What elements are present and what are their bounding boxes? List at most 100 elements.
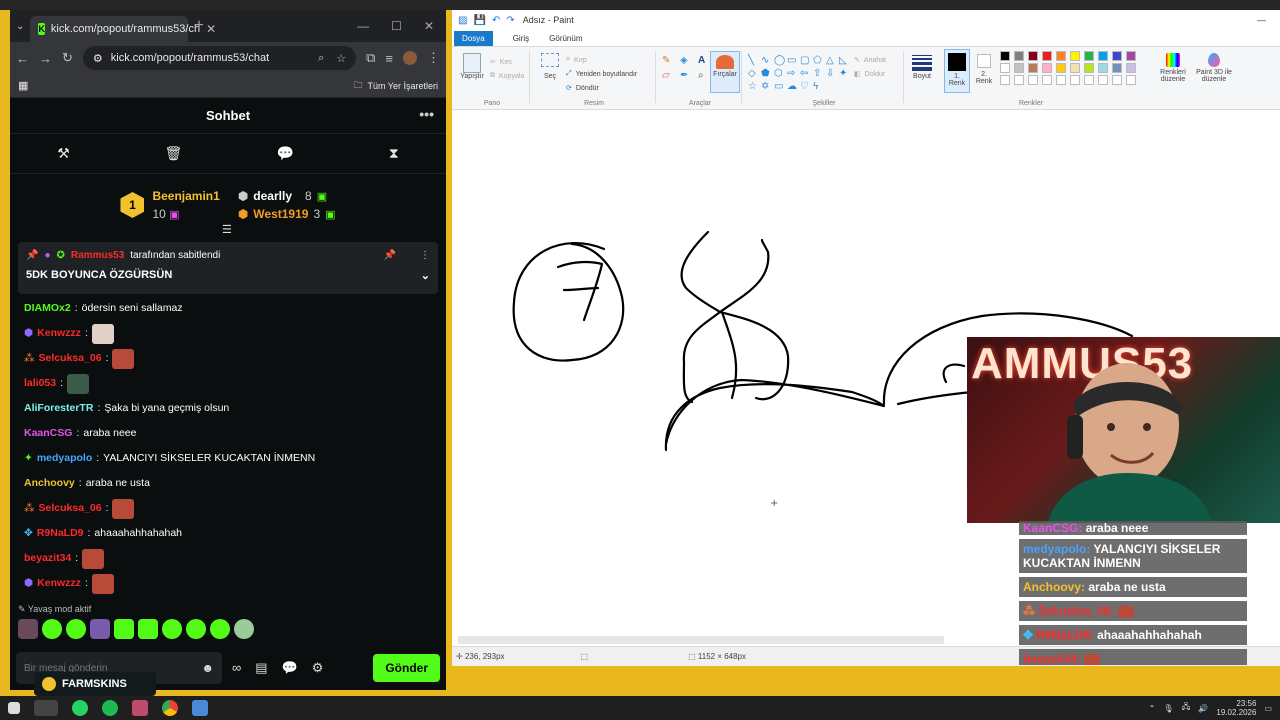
pinned-more-icon[interactable]: ⋮ xyxy=(420,250,430,261)
heart-shape-icon[interactable]: ♡ xyxy=(800,81,812,93)
pencil-icon[interactable]: ✎ xyxy=(662,55,676,66)
hourglass-icon[interactable]: ⧗ xyxy=(389,145,399,162)
paint-minimize-icon[interactable]: — xyxy=(1257,15,1280,25)
palette-color-swatch[interactable] xyxy=(1126,63,1136,73)
brushes-button[interactable]: Fırçalar xyxy=(710,51,740,93)
redo-icon[interactable]: ↷ xyxy=(506,15,514,26)
edit-colors-button[interactable]: Renkleri düzenle xyxy=(1156,51,1190,83)
custom-color-slot[interactable] xyxy=(1098,75,1108,85)
tab-dosya[interactable]: Dosya xyxy=(454,30,493,46)
star6-shape-icon[interactable]: ✡ xyxy=(761,81,773,93)
outline-button[interactable]: ✎ Anahat xyxy=(854,53,886,67)
custom-color-slot[interactable] xyxy=(1126,75,1136,85)
star5-shape-icon[interactable]: ☆ xyxy=(748,81,760,93)
emote-button[interactable] xyxy=(66,619,86,639)
app-icon[interactable] xyxy=(132,700,148,716)
emote-button[interactable] xyxy=(18,619,38,639)
new-tab-icon[interactable]: + xyxy=(194,17,203,35)
triangle-shape-icon[interactable]: △ xyxy=(826,55,838,67)
custom-color-slot[interactable] xyxy=(1000,75,1010,85)
custom-color-slot[interactable] xyxy=(1056,75,1066,85)
chrome-menu-icon[interactable]: ⋮ xyxy=(427,50,440,66)
custom-color-slot[interactable] xyxy=(1112,75,1122,85)
lightning-shape-icon[interactable]: ϟ xyxy=(813,81,825,93)
palette-color-swatch[interactable] xyxy=(1042,63,1052,73)
tray-chevron-icon[interactable]: ⌃ xyxy=(1149,704,1156,713)
whatsapp-icon[interactable] xyxy=(72,700,88,716)
volume-icon[interactable]: 🔊 xyxy=(1198,704,1208,713)
custom-color-slot[interactable] xyxy=(1070,75,1080,85)
tab-menu-icon[interactable]: ≡ xyxy=(385,51,393,66)
hammer-icon[interactable]: ⚒ xyxy=(57,145,70,162)
custom-color-slot[interactable] xyxy=(1042,75,1052,85)
rect-shape-icon[interactable]: ▭ xyxy=(787,55,799,67)
pinned-author[interactable]: Rammus53 xyxy=(71,250,124,261)
tab-giris[interactable]: Giriş xyxy=(513,34,529,43)
save-icon[interactable]: 💾 xyxy=(473,15,485,26)
forward-icon[interactable]: → xyxy=(39,51,52,66)
horizontal-scrollbar[interactable] xyxy=(458,636,944,644)
tab-close-icon[interactable]: ✕ xyxy=(206,22,216,36)
up-arrow-shape-icon[interactable]: ⇧ xyxy=(813,68,825,80)
callout-shape-icon[interactable]: ▭ xyxy=(774,81,786,93)
color-picker-icon[interactable]: ✒ xyxy=(680,70,694,81)
select-button[interactable]: Seç xyxy=(536,53,564,80)
custom-color-slot[interactable] xyxy=(1084,75,1094,85)
palette-color-swatch[interactable] xyxy=(1070,51,1080,61)
emote-button[interactable] xyxy=(186,619,206,639)
fill-button[interactable]: ◧ Doldur xyxy=(854,67,885,81)
custom-color-slot[interactable] xyxy=(1028,75,1038,85)
tab-search-icon[interactable]: ⌄ xyxy=(16,21,24,32)
expand-leaderboard-icon[interactable]: ☰ xyxy=(222,223,232,236)
color2-button[interactable]: 2. Renk xyxy=(972,49,996,85)
apps-grid-icon[interactable]: ▦ xyxy=(18,79,28,92)
palette-color-swatch[interactable] xyxy=(1084,51,1094,61)
palette-color-swatch[interactable] xyxy=(1028,51,1038,61)
metin-app-icon[interactable] xyxy=(34,700,58,716)
paint3d-button[interactable]: Paint 3D ile düzenle xyxy=(1192,51,1236,83)
palette-color-swatch[interactable] xyxy=(1000,63,1010,73)
polygon-shape-icon[interactable]: ⬠ xyxy=(813,55,825,67)
fill-bucket-icon[interactable]: ◈ xyxy=(680,55,694,66)
chat-rules-icon[interactable]: 💬 xyxy=(282,660,298,676)
settings-gear-icon[interactable]: ⚙ xyxy=(312,660,324,676)
chevron-down-icon[interactable]: ⌄ xyxy=(421,269,430,282)
browser-tab[interactable]: K kick.com/popout/rammus53/ch ✕ xyxy=(30,16,216,42)
resize-button[interactable]: ⤢ Yeniden boyutlandır xyxy=(566,67,637,81)
crop-button[interactable]: ⌗ Kırp xyxy=(566,53,587,67)
cut-button[interactable]: ✂ Kes xyxy=(490,55,512,69)
palette-color-swatch[interactable] xyxy=(1056,51,1066,61)
palette-color-swatch[interactable] xyxy=(1000,51,1010,61)
left-arrow-shape-icon[interactable]: ⇦ xyxy=(800,68,812,80)
copy-button[interactable]: ⧉ Kopyala xyxy=(490,69,524,83)
chat-bubble-icon[interactable]: 💬 xyxy=(277,145,294,162)
chat-more-icon[interactable]: ••• xyxy=(419,106,434,122)
palette-color-swatch[interactable] xyxy=(1028,63,1038,73)
star4-shape-icon[interactable]: ✦ xyxy=(839,68,851,80)
extensions-icon[interactable]: ⧉ xyxy=(366,50,375,66)
bookmark-star-icon[interactable]: ☆ xyxy=(336,52,346,65)
line-shape-icon[interactable]: ╲ xyxy=(748,55,760,67)
points-icon[interactable]: ∞ xyxy=(232,660,241,676)
right-arrow-shape-icon[interactable]: ⇨ xyxy=(787,68,799,80)
hexagon-shape-icon[interactable]: ⬡ xyxy=(774,68,786,80)
maximize-icon[interactable]: ☐ xyxy=(391,19,402,33)
paste-button[interactable]: Yapıştır xyxy=(458,53,486,80)
roundrect-shape-icon[interactable]: ▢ xyxy=(800,55,812,67)
emote-button[interactable] xyxy=(210,619,230,639)
diamond-shape-icon[interactable]: ◇ xyxy=(748,68,760,80)
palette-color-swatch[interactable] xyxy=(1098,51,1108,61)
send-button[interactable]: Gönder xyxy=(373,654,440,682)
mic-icon[interactable]: 🎙 xyxy=(1163,704,1173,713)
clock[interactable]: 23:56 19.02.2026 xyxy=(1216,699,1256,717)
all-bookmarks[interactable]: 🗀 Tüm Yer İşaretleri xyxy=(353,78,438,94)
profile-avatar[interactable] xyxy=(403,51,417,65)
chrome-icon[interactable] xyxy=(162,700,178,716)
undo-icon[interactable]: ↶ xyxy=(492,15,500,26)
color1-button[interactable]: 1. Renk xyxy=(944,49,970,93)
down-arrow-shape-icon[interactable]: ⇩ xyxy=(826,68,838,80)
leader-second-name[interactable]: dearlly xyxy=(253,189,292,203)
paint-taskbar-icon[interactable] xyxy=(192,700,208,716)
shapes-gallery[interactable]: ╲ ∿ ◯ ▭ ▢ ⬠ △ ◺ ◇ ⬟ ⬡ ⇨ ⇦ ⇧ ⇩ ✦ ☆ ✡ ▭ ☁ ♡ ϟ xyxy=(748,55,848,93)
back-icon[interactable]: ← xyxy=(16,51,29,66)
